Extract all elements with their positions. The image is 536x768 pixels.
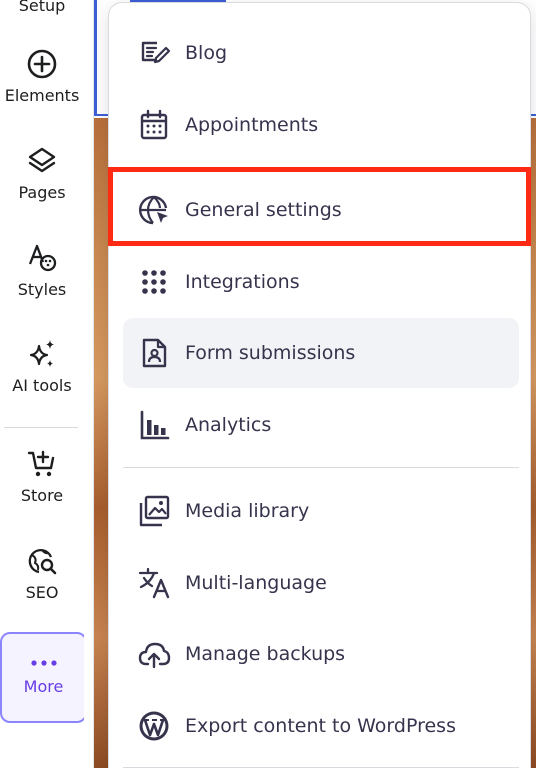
- globe-cursor-icon: [137, 193, 171, 227]
- sidebar-item-label: Store: [20, 486, 64, 505]
- menu-item-label: Analytics: [185, 414, 272, 436]
- menu-item-export-wordpress[interactable]: Export content to WordPress: [123, 691, 519, 761]
- menu-divider: [123, 467, 519, 468]
- menu-item-analytics[interactable]: Analytics: [123, 390, 519, 460]
- menu-item-form-submissions[interactable]: Form submissions: [123, 318, 519, 388]
- menu-item-label: Export content to WordPress: [185, 715, 456, 737]
- translate-icon: [137, 566, 171, 600]
- menu-item-label: Media library: [185, 500, 310, 522]
- menu-item-label: Appointments: [185, 114, 319, 136]
- menu-item-general-settings[interactable]: General settings: [123, 175, 519, 245]
- menu-item-manage-backups[interactable]: Manage backups: [123, 619, 519, 689]
- sidebar-item-pages[interactable]: Pages: [0, 145, 84, 202]
- grid-dots-icon: [137, 265, 171, 299]
- menu-item-integrations[interactable]: Integrations: [123, 247, 519, 317]
- sidebar-item-elements[interactable]: Elements: [0, 48, 84, 105]
- sidebar-item-label: Styles: [17, 280, 67, 299]
- menu-item-media-library[interactable]: Media library: [123, 476, 519, 546]
- menu-item-label: General settings: [185, 199, 342, 221]
- sidebar-item-label: Elements: [4, 86, 80, 105]
- sparkles-icon: [26, 338, 58, 370]
- blog-icon: [137, 36, 171, 70]
- sidebar-item-label: AI tools: [12, 376, 72, 395]
- menu-item-label: Blog: [185, 42, 227, 64]
- more-dots-icon: [30, 659, 58, 667]
- sidebar-item-label: More: [23, 677, 64, 696]
- menu-item-appointments[interactable]: Appointments: [123, 90, 519, 160]
- calendar-icon: [137, 108, 171, 142]
- menu-item-label: Form submissions: [185, 342, 356, 364]
- sidebar-item-label: SEO: [25, 583, 59, 602]
- wordpress-icon: [137, 709, 171, 743]
- sidebar-item-more[interactable]: More: [0, 632, 87, 723]
- more-menu: Blog Appointments General settings Integ…: [108, 2, 531, 768]
- bar-chart-icon: [137, 408, 171, 442]
- image-stack-icon: [137, 494, 171, 528]
- sidebar-item-label: Setup: [18, 0, 66, 15]
- menu-item-label: Integrations: [185, 271, 300, 293]
- seo-globe-icon: [26, 545, 58, 577]
- sidebar-item-store[interactable]: Store: [0, 448, 84, 505]
- palette-icon: [26, 242, 58, 274]
- cart-icon: [26, 448, 58, 480]
- form-document-icon: [137, 336, 171, 370]
- sidebar-item-label: Pages: [18, 183, 66, 202]
- menu-item-multi-language[interactable]: Multi-language: [123, 548, 519, 618]
- layers-icon: [26, 145, 58, 177]
- editor-edge: [84, 0, 94, 768]
- menu-item-blog[interactable]: Blog: [123, 18, 519, 88]
- menu-item-label: Multi-language: [185, 572, 327, 594]
- plus-circle-icon: [26, 48, 58, 80]
- left-sidebar: Setup Elements Pages Styles AI tools Sto…: [0, 0, 87, 768]
- sidebar-item-seo[interactable]: SEO: [0, 545, 84, 602]
- sidebar-divider: [4, 427, 78, 428]
- menu-item-label: Manage backups: [185, 643, 346, 665]
- sidebar-item-ai-tools[interactable]: AI tools: [0, 338, 84, 395]
- cloud-upload-icon: [137, 637, 171, 671]
- sidebar-item-setup[interactable]: Setup: [0, 0, 84, 15]
- sidebar-item-styles[interactable]: Styles: [0, 242, 84, 299]
